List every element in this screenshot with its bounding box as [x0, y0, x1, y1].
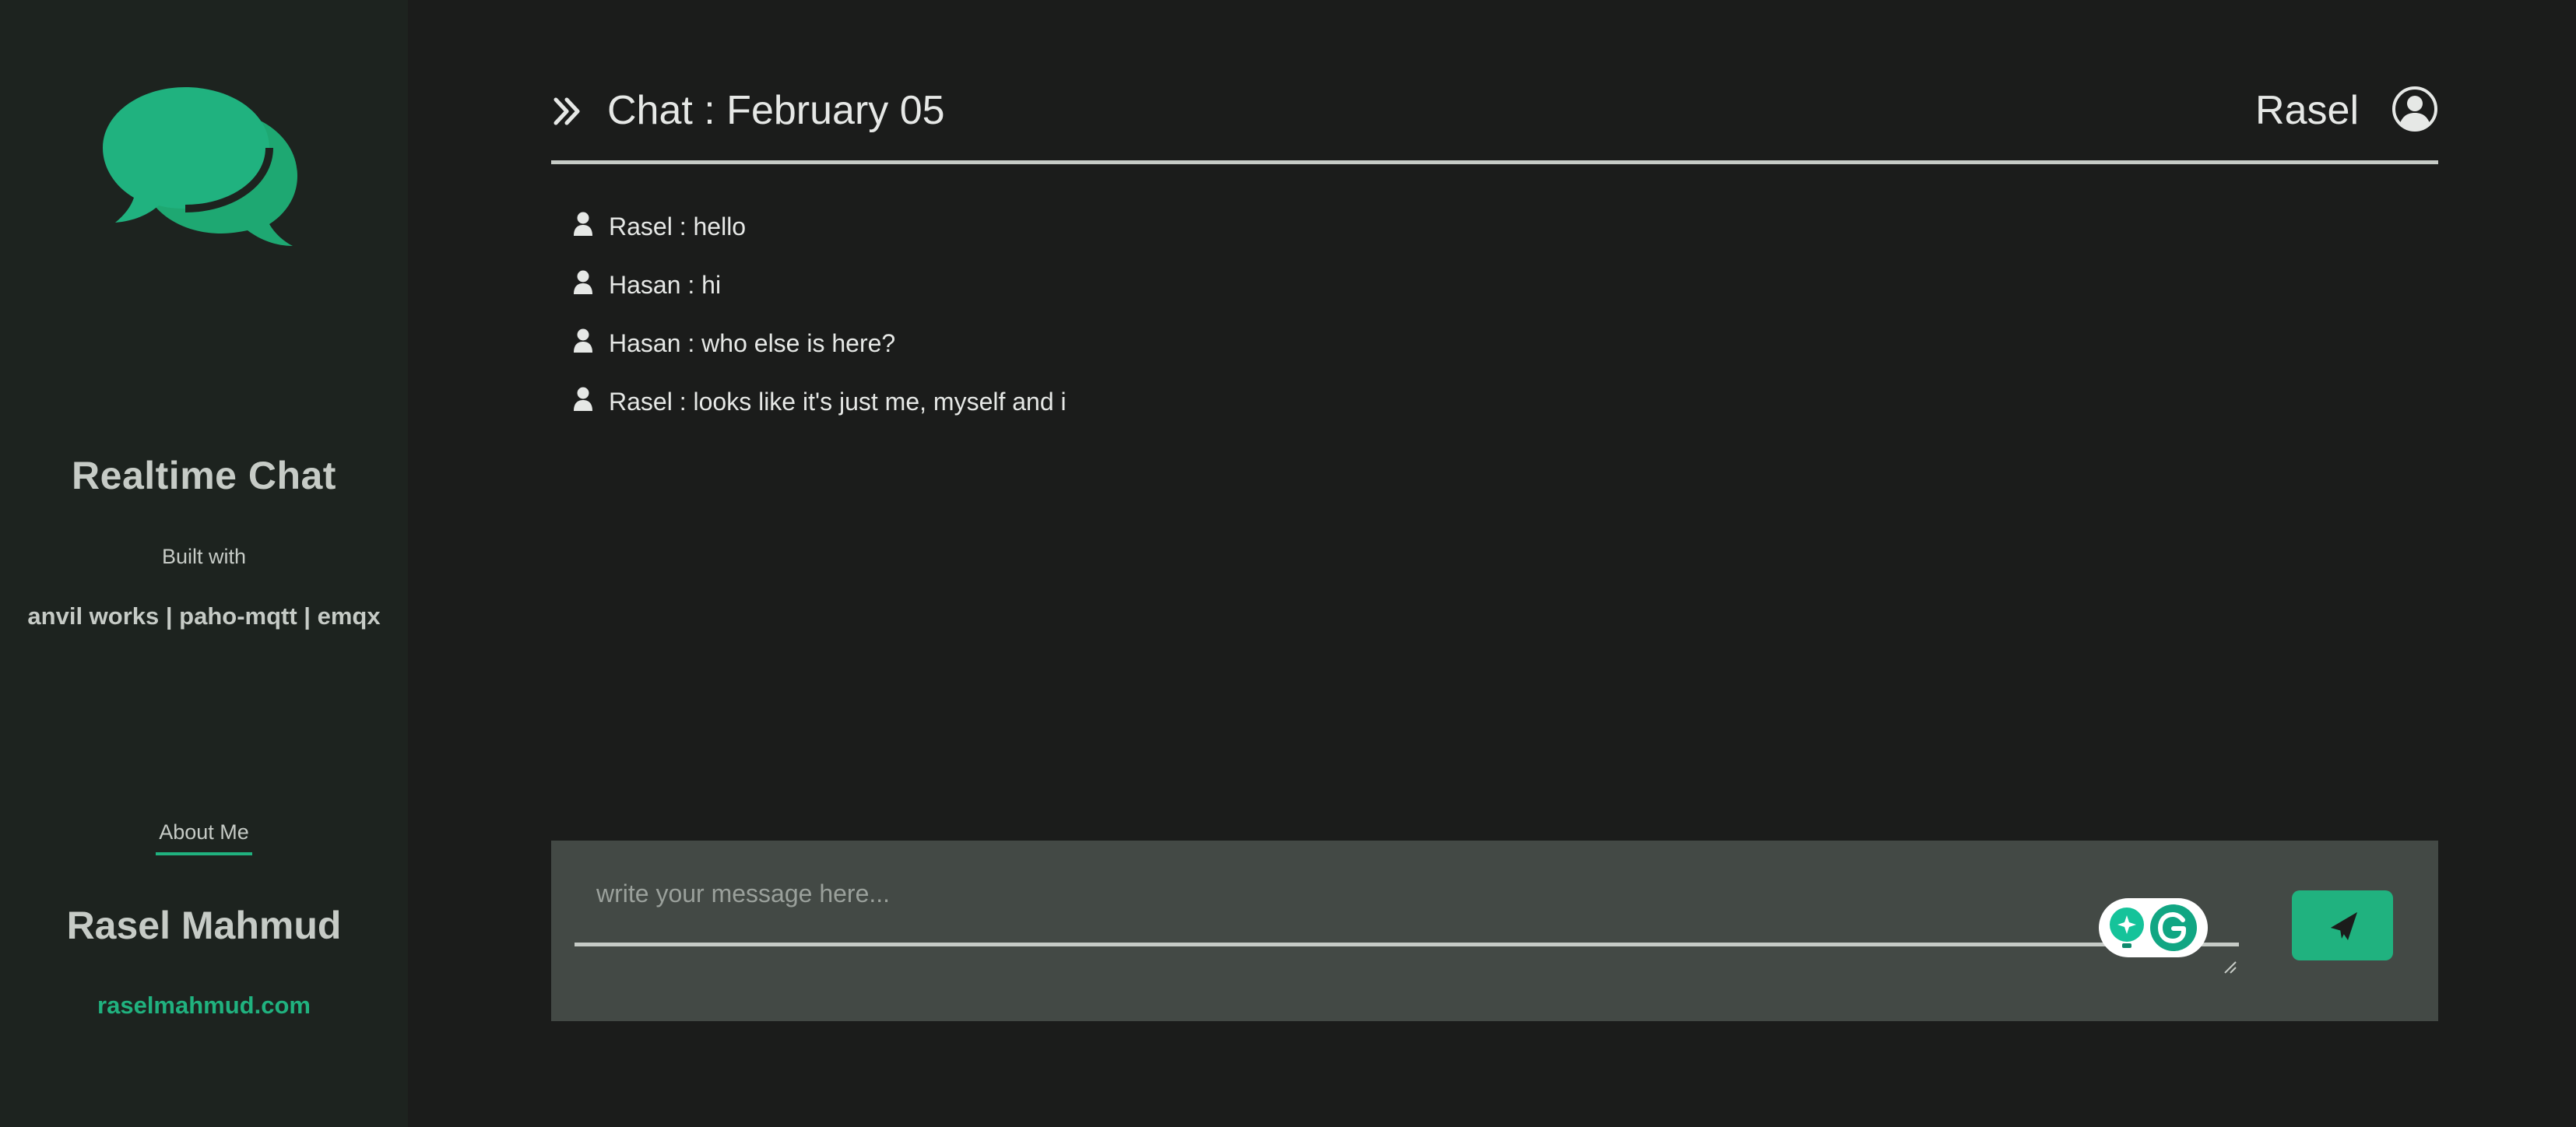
writing-assistant-widget[interactable] — [2099, 898, 2208, 957]
tech-stack: anvil works | paho-mqtt | emqx — [27, 602, 381, 630]
author-name: Rasel Mahmud — [66, 904, 342, 947]
message-composer — [551, 841, 2438, 1021]
current-user-name: Rasel — [2255, 88, 2359, 133]
message-text: Hasan : hi — [609, 271, 722, 299]
message-list: Rasel : hello Hasan : hi Hasan : who els… — [573, 207, 2426, 441]
double-chevron-right-icon[interactable] — [551, 92, 582, 131]
message-item: Rasel : looks like it's just me, myself … — [573, 382, 2426, 441]
message-item: Rasel : hello — [573, 207, 2426, 265]
chat-header: Chat : February 05 Rasel — [551, 75, 2438, 164]
message-text: Rasel : looks like it's just me, myself … — [609, 388, 1067, 416]
message-text: Rasel : hello — [609, 212, 747, 240]
author-site-link[interactable]: raselmahmud.com — [0, 992, 408, 1020]
send-button[interactable] — [2292, 890, 2393, 960]
grammarly-icon[interactable] — [2149, 903, 2198, 953]
user-circle-icon[interactable] — [2391, 86, 2438, 132]
app-title: Realtime Chat — [72, 454, 336, 497]
user-icon — [574, 212, 592, 236]
built-with-label: Built with — [161, 545, 247, 568]
message-item: Hasan : hi — [573, 265, 2426, 324]
chat-title: Chat : February 05 — [607, 88, 945, 133]
user-icon — [574, 270, 592, 294]
message-input[interactable] — [575, 864, 2239, 946]
resize-handle-icon[interactable] — [2222, 960, 2237, 974]
chat-bubbles-icon — [103, 87, 297, 246]
sidebar: Realtime Chat Built with anvil works | p… — [0, 0, 408, 1127]
message-text: Hasan : who else is here? — [609, 329, 896, 357]
paper-plane-icon — [2331, 912, 2357, 940]
about-me-link[interactable]: About Me — [156, 820, 252, 855]
user-icon — [574, 328, 592, 353]
app: Realtime Chat Built with anvil works | p… — [0, 0, 2576, 1127]
message-item: Hasan : who else is here? — [573, 324, 2426, 382]
user-icon — [574, 387, 592, 411]
